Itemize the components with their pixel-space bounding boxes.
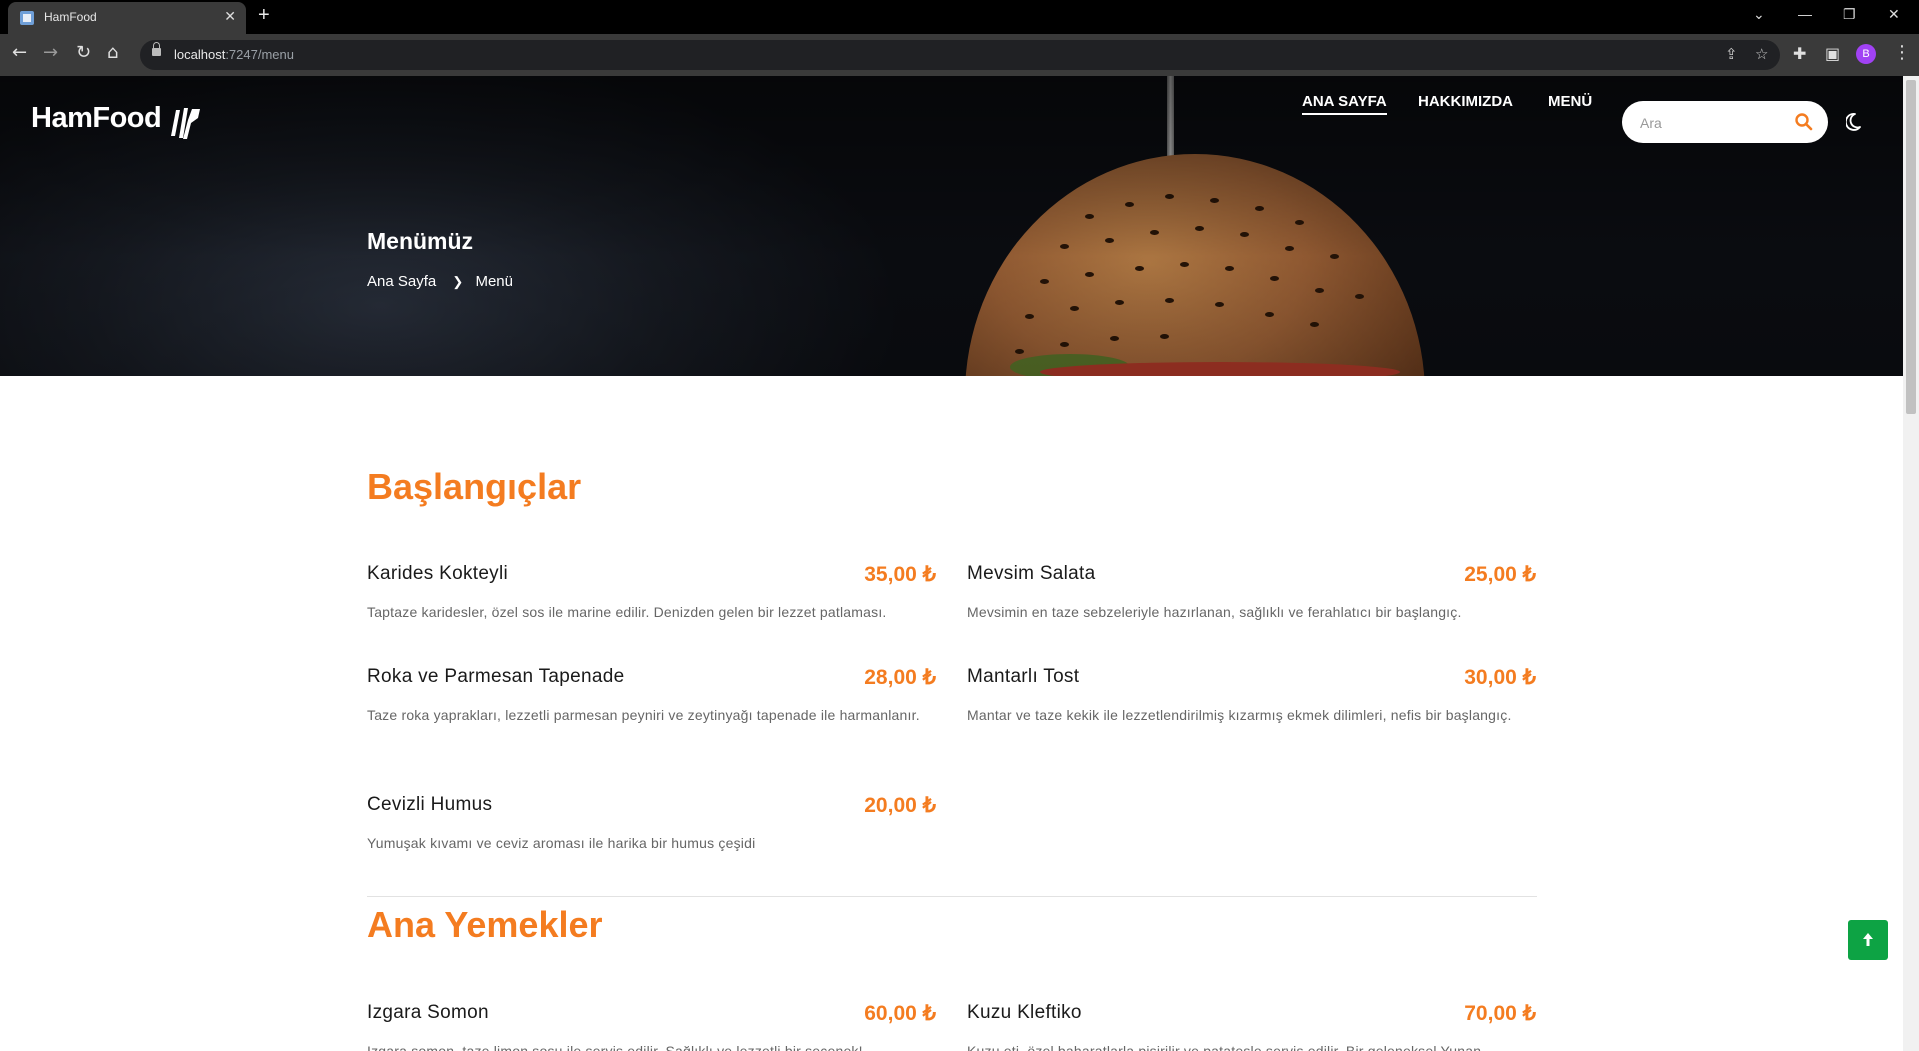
menu-item-name: Izgara Somon xyxy=(367,1002,489,1023)
search-icon[interactable] xyxy=(1794,112,1814,132)
search-input[interactable] xyxy=(1638,111,1782,135)
menu-item-price: 25,00 ₺ xyxy=(1464,563,1536,586)
close-tab-icon[interactable]: ✕ xyxy=(224,8,236,25)
home-icon[interactable]: ⌂ xyxy=(107,42,118,63)
breadcrumb-home[interactable]: Ana Sayfa xyxy=(367,273,436,290)
menu-item-description: Yumuşak kıvamı ve ceviz aroması ile hari… xyxy=(367,835,756,851)
chevron-right-icon: ❯ xyxy=(452,274,464,289)
search-box xyxy=(1622,101,1828,143)
menu-item-name: Cevizli Humus xyxy=(367,794,493,815)
menu-item-name: Karides Kokteyli xyxy=(367,563,509,584)
tab-search-icon[interactable]: ⌄ xyxy=(1753,6,1765,23)
menu-item-price: 20,00 ₺ xyxy=(864,794,936,817)
browser-toolbar: ← → ↻ ⌂ localhost:7247/menu ⇪ ☆ ✚ ▣ B ⋮ xyxy=(0,34,1919,76)
restore-icon[interactable]: ❐ xyxy=(1843,6,1856,23)
browser-tab[interactable]: HamFood ✕ xyxy=(8,2,246,34)
menu-item-description: Taptaze karidesler, özel sos ile marine … xyxy=(367,604,887,620)
bookmark-star-icon[interactable]: ☆ xyxy=(1755,45,1768,63)
new-tab-icon[interactable]: + xyxy=(258,4,270,27)
section-divider xyxy=(367,896,1537,897)
menu-item-name: Mevsim Salata xyxy=(967,563,1096,584)
menu-item-description: Mantar ve taze kekik ile lezzetlendirilm… xyxy=(967,707,1512,723)
menu-item-price: 60,00 ₺ xyxy=(864,1002,936,1025)
back-to-top-button[interactable] xyxy=(1848,920,1888,960)
page-viewport: HamFood ANA SAYFA HAKKIMIZDA MENÜ Menümü… xyxy=(0,76,1903,1051)
breadcrumb-current: Menü xyxy=(475,273,513,290)
tab-title: HamFood xyxy=(44,10,97,24)
breadcrumb: Ana Sayfa ❯ Menü xyxy=(367,273,513,290)
menu-item-price: 35,00 ₺ xyxy=(864,563,936,586)
reload-icon[interactable]: ↻ xyxy=(76,42,91,63)
browser-menu-icon[interactable]: ⋮ xyxy=(1893,42,1911,63)
forward-icon[interactable]: → xyxy=(43,42,58,63)
menu-item-price: 28,00 ₺ xyxy=(864,666,936,689)
url-text: localhost:7247/menu xyxy=(174,47,294,62)
scrollbar-thumb[interactable] xyxy=(1906,80,1916,414)
menu-item-price: 70,00 ₺ xyxy=(1464,1002,1536,1025)
close-window-icon[interactable]: ✕ xyxy=(1888,6,1900,23)
dark-mode-moon-icon[interactable] xyxy=(1846,112,1866,132)
address-bar[interactable]: localhost:7247/menu ⇪ ☆ xyxy=(140,40,1780,70)
minimize-icon[interactable]: — xyxy=(1798,6,1812,22)
menu-item-name: Kuzu Kleftiko xyxy=(967,1002,1082,1023)
nav-about[interactable]: HAKKIMIZDA xyxy=(1418,93,1513,110)
arrow-up-icon xyxy=(1863,933,1873,946)
menu-item-description: Izgara somon, taze limon sosu ile servis… xyxy=(367,1043,863,1051)
browser-tab-strip: HamFood ✕ + ⌄ — ❐ ✕ xyxy=(0,0,1919,34)
profile-avatar[interactable]: B xyxy=(1856,44,1876,64)
menu-item-price: 30,00 ₺ xyxy=(1464,666,1536,689)
menu-item-description: Taze roka yaprakları, lezzetli parmesan … xyxy=(367,707,920,723)
section-title-starters: Başlangıçlar xyxy=(367,466,582,507)
back-icon[interactable]: ← xyxy=(12,42,27,63)
menu-item-name: Roka ve Parmesan Tapenade xyxy=(367,666,625,687)
share-icon[interactable]: ⇪ xyxy=(1725,45,1738,63)
section-title-main-courses: Ana Yemekler xyxy=(367,904,603,945)
page-scrollbar[interactable] xyxy=(1903,76,1919,1051)
menu-item-description: Kuzu eti, özel baharatlarla pişirilir ve… xyxy=(967,1043,1482,1051)
nav-home[interactable]: ANA SAYFA xyxy=(1302,93,1387,115)
menu-item-name: Mantarlı Tost xyxy=(967,666,1080,687)
side-panel-icon[interactable]: ▣ xyxy=(1825,44,1840,63)
nav-menu[interactable]: MENÜ xyxy=(1548,93,1592,110)
favicon-icon xyxy=(20,11,34,25)
menu-item-description: Mevsimin en taze sebzeleriyle hazırlanan… xyxy=(967,604,1462,620)
page-title: Menümüz xyxy=(367,228,474,254)
site-logo[interactable]: HamFood xyxy=(31,102,202,142)
extensions-icon[interactable]: ✚ xyxy=(1793,44,1806,63)
fork-knife-icon xyxy=(171,107,201,139)
hero-banner: HamFood ANA SAYFA HAKKIMIZDA MENÜ Menümü… xyxy=(0,76,1903,376)
lock-icon xyxy=(152,42,161,56)
